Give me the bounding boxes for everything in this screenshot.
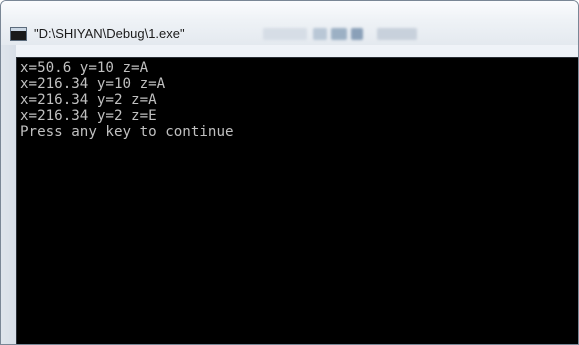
console-window-icon[interactable] <box>10 27 27 41</box>
window-left-frame <box>1 45 16 344</box>
console-window: "D:\SHIYAN\Debug\1.exe" x=50.6 y=10 z=A … <box>0 0 579 345</box>
console-area[interactable]: x=50.6 y=10 z=A x=216.34 y=10 z=A x=216.… <box>16 57 578 344</box>
title-bar[interactable]: "D:\SHIYAN\Debug\1.exe" <box>1 1 578 45</box>
console-prompt-line: Press any key to continue <box>20 124 234 140</box>
console-line: x=50.6 y=10 z=A <box>20 60 149 76</box>
window-title: "D:\SHIYAN\Debug\1.exe" <box>34 26 185 41</box>
blurred-title-artifacts <box>263 28 578 42</box>
console-line: x=216.34 y=10 z=A <box>20 76 166 92</box>
console-line: x=216.34 y=2 z=A <box>20 92 157 108</box>
console-output: x=50.6 y=10 z=A x=216.34 y=10 z=A x=216.… <box>17 60 234 140</box>
console-line: x=216.34 y=2 z=E <box>20 108 157 124</box>
